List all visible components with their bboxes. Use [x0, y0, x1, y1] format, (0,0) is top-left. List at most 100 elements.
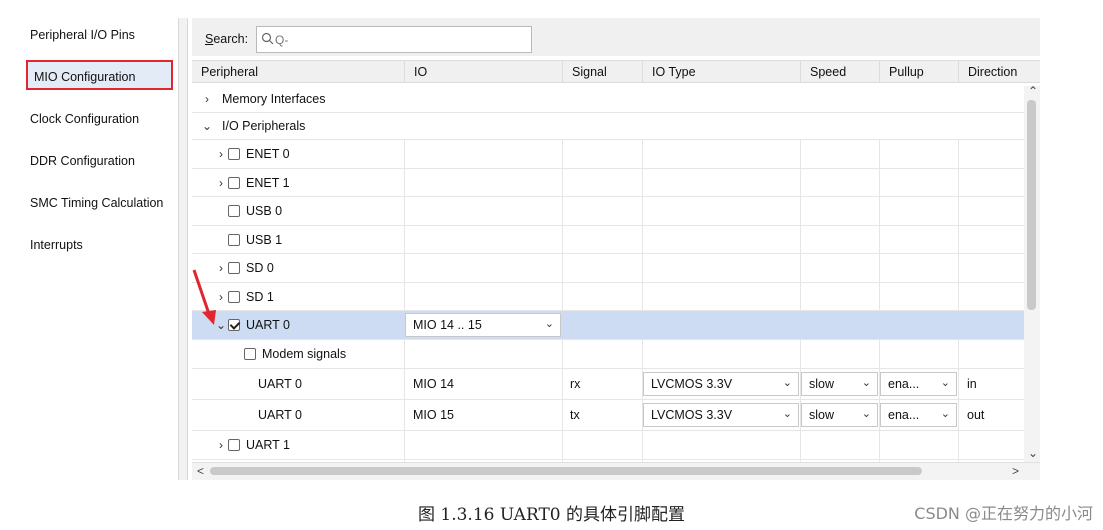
- column-header-io-type[interactable]: IO Type: [642, 61, 800, 83]
- signal-name: tx: [570, 408, 580, 422]
- io-type-value: LVCMOS 3.3V: [651, 377, 733, 391]
- sidebar-item-mio-configuration[interactable]: MIO Configuration: [26, 60, 173, 90]
- enable-checkbox[interactable]: [228, 439, 240, 451]
- scroll-right-icon[interactable]: >: [1012, 464, 1019, 478]
- tree-row-uart-0-tx[interactable]: UART 0 MIO 15 tx LVCMOS 3.3V ⌄ slow ⌄ en…: [192, 400, 1024, 431]
- direction-value: out: [967, 408, 985, 422]
- chevron-down-icon: ⌄: [782, 377, 792, 389]
- vertical-scroll-thumb[interactable]: [1027, 100, 1036, 310]
- enable-checkbox-checked[interactable]: [228, 319, 240, 331]
- enable-checkbox[interactable]: [228, 233, 240, 246]
- column-header-speed[interactable]: Speed: [800, 61, 879, 83]
- panel-splitter[interactable]: [178, 18, 188, 480]
- chevron-down-icon: ⌄: [861, 408, 871, 420]
- chevron-down-icon[interactable]: ⌄: [200, 119, 214, 133]
- tree-row-sd-1[interactable]: › SD 1: [192, 283, 1024, 311]
- column-header-signal[interactable]: Signal: [562, 61, 642, 83]
- search-label: Search:: [205, 32, 249, 46]
- mio-configuration-panel: Search: Peripheral IO Signal IO Type Spe…: [192, 18, 1040, 480]
- column-header-peripheral[interactable]: Peripheral: [192, 61, 404, 83]
- signal-peripheral-label: UART 0: [258, 408, 303, 422]
- peripheral-label: SD 1: [246, 289, 274, 304]
- tree-row-enet-0[interactable]: › ENET 0: [192, 140, 1024, 169]
- chevron-down-icon: ⌄: [782, 408, 792, 420]
- peripheral-label: ENET 1: [246, 175, 290, 190]
- sidebar-nav: Peripheral I/O Pins MIO Configuration Cl…: [22, 18, 180, 478]
- sidebar-item-peripheral-io-pins[interactable]: Peripheral I/O Pins: [30, 26, 180, 44]
- pullup-value: ena...: [888, 408, 920, 422]
- annotation-arrow-icon: [192, 269, 216, 325]
- io-range-value: MIO 14 .. 15: [413, 318, 482, 332]
- chevron-down-icon: ⌄: [544, 318, 554, 330]
- io-range-dropdown[interactable]: MIO 14 .. 15 ⌄: [405, 313, 561, 337]
- pullup-dropdown[interactable]: ena... ⌄: [880, 403, 957, 427]
- peripheral-label: ENET 0: [246, 147, 290, 161]
- tree-row-uart-0[interactable]: ⌄ UART 0 MIO 14 .. 15 ⌄: [192, 311, 1024, 340]
- tree-row-io-peripherals[interactable]: ⌄ I/O Peripherals: [192, 113, 1024, 140]
- chevron-down-icon: ⌄: [940, 377, 950, 389]
- vertical-scrollbar[interactable]: ⌃ ⌄: [1024, 84, 1040, 462]
- tree-row-sd-0[interactable]: › SD 0: [192, 254, 1024, 283]
- speed-value: slow: [809, 377, 835, 391]
- chevron-down-icon: ⌄: [940, 408, 950, 420]
- peripheral-label: USB 0: [246, 204, 283, 218]
- chevron-right-icon[interactable]: ›: [214, 176, 228, 190]
- io-pin-label: MIO 14: [413, 377, 454, 391]
- scroll-down-icon[interactable]: ⌄: [1028, 446, 1038, 460]
- search-input[interactable]: [273, 27, 517, 53]
- search-field[interactable]: [256, 26, 532, 53]
- sidebar-item-interrupts[interactable]: Interrupts: [30, 236, 180, 254]
- tree-row-uart-0-rx[interactable]: UART 0 MIO 14 rx LVCMOS 3.3V ⌄ slow ⌄ en…: [192, 369, 1024, 400]
- column-header-direction[interactable]: Direction: [958, 61, 1040, 83]
- speed-dropdown[interactable]: slow ⌄: [801, 403, 878, 427]
- sidebar-item-smc-timing-calculation[interactable]: SMC Timing Calculation: [30, 194, 180, 212]
- peripheral-label: USB 1: [246, 232, 283, 247]
- io-type-value: LVCMOS 3.3V: [651, 408, 733, 422]
- column-header-io[interactable]: IO: [404, 61, 562, 83]
- io-type-dropdown[interactable]: LVCMOS 3.3V ⌄: [643, 372, 799, 396]
- io-pin-label: MIO 15: [413, 408, 454, 422]
- sidebar-item-ddr-configuration[interactable]: DDR Configuration: [30, 152, 180, 170]
- group-label: Memory Interfaces: [222, 92, 326, 106]
- pullup-dropdown[interactable]: ena... ⌄: [880, 372, 957, 396]
- direction-value: in: [967, 377, 977, 391]
- chevron-right-icon[interactable]: ›: [200, 92, 214, 106]
- group-label: I/O Peripherals: [222, 119, 306, 133]
- speed-value: slow: [809, 408, 835, 422]
- sidebar-item-clock-configuration[interactable]: Clock Configuration: [30, 110, 180, 128]
- signal-peripheral-label: UART 0: [258, 377, 303, 391]
- option-label: Modem signals: [262, 347, 347, 361]
- enable-checkbox[interactable]: [228, 290, 240, 303]
- column-header-pullup[interactable]: Pullup: [879, 61, 958, 83]
- chevron-down-icon: ⌄: [861, 377, 871, 389]
- peripheral-label: SD 0: [246, 261, 274, 275]
- tree-row-memory-interfaces[interactable]: › Memory Interfaces: [192, 86, 1024, 113]
- tree-table: › Memory Interfaces ⌄ I/O Peripherals › …: [192, 86, 1024, 462]
- tree-row-enet-1[interactable]: › ENET 1: [192, 169, 1024, 197]
- pullup-value: ena...: [888, 377, 920, 391]
- watermark: CSDN @正在努力的小河: [914, 504, 1093, 523]
- scroll-up-icon[interactable]: ⌃: [1028, 84, 1038, 98]
- search-bar: Search:: [192, 18, 1040, 56]
- scroll-left-icon[interactable]: <: [197, 464, 204, 478]
- tree-row-uart-1[interactable]: › UART 1: [192, 431, 1024, 460]
- peripheral-label: UART 0: [246, 318, 291, 332]
- tree-row-modem-signals[interactable]: Modem signals: [192, 340, 1024, 369]
- signal-name: rx: [570, 377, 581, 391]
- horizontal-scroll-thumb[interactable]: [210, 467, 922, 475]
- io-type-dropdown[interactable]: LVCMOS 3.3V ⌄: [643, 403, 799, 427]
- chevron-right-icon[interactable]: ›: [214, 147, 228, 161]
- speed-dropdown[interactable]: slow ⌄: [801, 372, 878, 396]
- enable-checkbox[interactable]: [228, 262, 240, 274]
- enable-checkbox[interactable]: [244, 348, 256, 360]
- enable-checkbox[interactable]: [228, 205, 240, 217]
- horizontal-scrollbar[interactable]: < >: [192, 462, 1040, 480]
- peripheral-label: UART 1: [246, 438, 291, 452]
- table-header: Peripheral IO Signal IO Type Speed Pullu…: [192, 60, 1040, 83]
- chevron-right-icon[interactable]: ›: [214, 438, 228, 452]
- search-icon: [261, 32, 274, 45]
- tree-row-usb-0[interactable]: USB 0: [192, 197, 1024, 226]
- enable-checkbox[interactable]: [228, 176, 240, 189]
- enable-checkbox[interactable]: [228, 148, 240, 160]
- tree-row-usb-1[interactable]: USB 1: [192, 226, 1024, 254]
